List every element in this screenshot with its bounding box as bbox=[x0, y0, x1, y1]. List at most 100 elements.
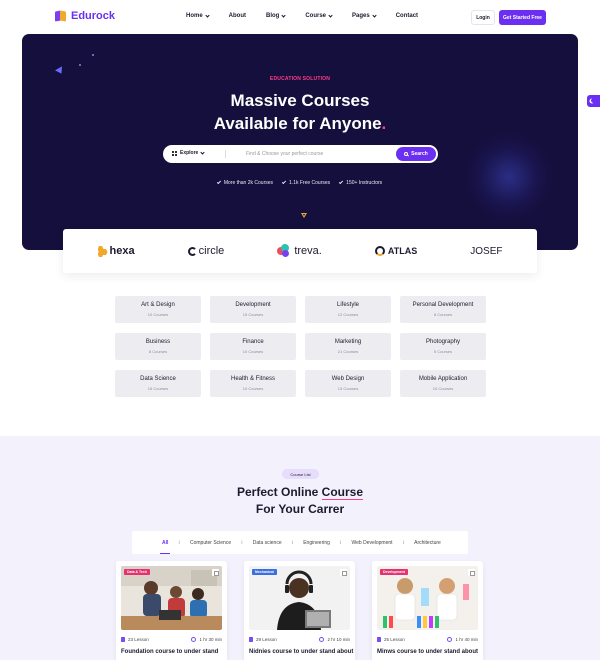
brand-hexa: hexa bbox=[97, 245, 135, 257]
category-card[interactable]: Mobile Application 10 Courses bbox=[400, 370, 486, 397]
category-count: 10 Courses bbox=[432, 386, 454, 391]
nav-about[interactable]: About bbox=[229, 13, 246, 19]
book-icon bbox=[121, 637, 125, 642]
triangle-decoration-icon bbox=[55, 66, 65, 76]
nav-blog[interactable]: Blog bbox=[266, 12, 286, 19]
category-card[interactable]: Lifestyle 12 Courses bbox=[305, 296, 391, 323]
course-duration-text: 1 hr 30 min bbox=[199, 637, 222, 642]
category-count: 13 Courses bbox=[337, 386, 359, 391]
treva-logo-icon bbox=[277, 244, 291, 258]
nav-contact[interactable]: Contact bbox=[396, 13, 418, 19]
search-input[interactable]: Find & Choose your perfect course bbox=[246, 151, 323, 157]
hero-title-line1: Massive Courses bbox=[230, 91, 370, 110]
course-category-badge: Development bbox=[380, 569, 408, 575]
check-icon bbox=[339, 179, 344, 185]
hero-features: More than 2k Courses 1.1k Free Courses 1… bbox=[22, 179, 578, 186]
category-card[interactable]: Web Design 13 Courses bbox=[305, 370, 391, 397]
category-count: 8 Courses bbox=[433, 312, 453, 317]
tab-engineering[interactable]: Engineering bbox=[303, 540, 330, 546]
lesson-count-text: 25 Lesson bbox=[384, 637, 405, 642]
nav-course[interactable]: Course bbox=[305, 12, 333, 19]
check-icon bbox=[281, 179, 287, 185]
grid-icon bbox=[172, 150, 177, 156]
nav-pages[interactable]: Pages bbox=[352, 12, 377, 19]
course-title[interactable]: Nidnies course to under stand about bbox=[249, 649, 353, 655]
course-list-section: Course List Perfect Online Course For Yo… bbox=[0, 436, 600, 660]
brand-atlas-label: ATLAS bbox=[387, 246, 418, 256]
chevron-down-icon bbox=[372, 12, 377, 18]
lesson-count-text: 23 Lesson bbox=[128, 637, 149, 642]
search-button[interactable]: Search bbox=[396, 147, 436, 161]
search-icon bbox=[404, 152, 409, 156]
chevron-down-icon bbox=[200, 149, 205, 155]
course-duration: 1 hr 40 min bbox=[447, 637, 478, 642]
category-name: Health & Fitness bbox=[230, 376, 276, 382]
tab-data-science[interactable]: Data science bbox=[253, 540, 282, 546]
bookmark-icon[interactable] bbox=[340, 569, 347, 576]
section-pill: Course List bbox=[282, 469, 319, 479]
category-name: Data Science bbox=[140, 376, 176, 382]
brand-circle: circle bbox=[187, 245, 224, 257]
explore-label: Explore bbox=[180, 150, 199, 156]
category-card[interactable]: Development 15 Courses bbox=[210, 296, 296, 323]
tab-divider: ⁝ bbox=[402, 539, 405, 546]
main-nav: Home About Blog Course Pages Contact bbox=[186, 12, 438, 19]
category-card[interactable]: Marketing 21 Courses bbox=[305, 333, 391, 360]
course-thumbnail: Mechanical bbox=[249, 566, 350, 630]
course-thumbnail: Data & Tech bbox=[121, 566, 222, 630]
category-card[interactable]: Photography 5 Courses bbox=[400, 333, 486, 360]
brand-treva-label: treva. bbox=[294, 245, 322, 257]
course-category-badge: Mechanical bbox=[252, 569, 277, 575]
category-card[interactable]: Personal Development 8 Courses bbox=[400, 296, 486, 323]
tab-divider: ⁝ bbox=[178, 539, 180, 546]
nav-home[interactable]: Home bbox=[186, 12, 210, 19]
brand-logo[interactable]: Edurock bbox=[55, 10, 115, 22]
book-icon bbox=[249, 637, 253, 642]
dark-mode-toggle[interactable] bbox=[587, 95, 600, 107]
category-count: 12 Courses bbox=[337, 312, 359, 317]
tab-divider: ⁝ bbox=[291, 539, 294, 546]
explore-dropdown[interactable]: Explore bbox=[172, 149, 205, 156]
category-count: 21 Courses bbox=[337, 349, 359, 354]
category-name: Photography bbox=[425, 339, 461, 345]
check-icon bbox=[216, 179, 221, 185]
course-card[interactable]: Mechanical 29 Lesson 2 hr 10 min Nidnies… bbox=[244, 561, 355, 660]
book-icon bbox=[377, 637, 381, 642]
category-count: 5 Courses bbox=[433, 349, 453, 354]
course-card[interactable]: Data & Tech 23 Lesson 1 hr 30 min Founda… bbox=[116, 561, 227, 660]
course-meta: 29 Lesson 2 hr 10 min bbox=[249, 637, 350, 642]
login-button[interactable]: Login bbox=[471, 10, 495, 25]
category-card[interactable]: Data Science 16 Courses bbox=[115, 370, 201, 397]
chevron-down-icon bbox=[328, 12, 333, 18]
triangle-down-icon bbox=[301, 213, 307, 218]
bookmark-icon[interactable] bbox=[212, 569, 219, 576]
course-category-badge: Data & Tech bbox=[124, 569, 150, 575]
course-search-bar: Explore Find & Choose your perfect cours… bbox=[163, 145, 438, 163]
category-name: Marketing bbox=[334, 339, 362, 345]
clock-icon bbox=[319, 637, 325, 642]
bookmark-icon[interactable] bbox=[468, 569, 475, 576]
tab-web-development[interactable]: Web Development bbox=[352, 540, 393, 546]
category-name: Business bbox=[145, 339, 171, 345]
tab-all[interactable]: All bbox=[159, 540, 171, 554]
course-card[interactable]: Development 25 Lesson 1 hr 40 min Minws … bbox=[372, 561, 483, 660]
category-card[interactable]: Finance 10 Courses bbox=[210, 333, 296, 360]
course-title[interactable]: Foundation course to under stand bbox=[121, 649, 225, 655]
clock-icon bbox=[191, 637, 197, 642]
tab-computer-science[interactable]: Computer Science bbox=[190, 540, 231, 546]
course-title[interactable]: Minws course to under stand about bbox=[377, 649, 481, 655]
category-name: Lifestyle bbox=[336, 302, 359, 308]
section-title-underlined: Course bbox=[321, 485, 364, 500]
category-card[interactable]: Business 8 Courses bbox=[115, 333, 201, 360]
category-card[interactable]: Health & Fitness 10 Courses bbox=[210, 370, 296, 397]
chevron-down-icon bbox=[205, 12, 210, 18]
tab-architecture[interactable]: Architecture bbox=[414, 540, 441, 546]
course-filter-tabs: All ⁝ Computer Science ⁝ Data science ⁝ Eng… bbox=[132, 531, 468, 554]
category-name: Web Design bbox=[331, 376, 365, 382]
search-button-label: Search bbox=[411, 151, 428, 157]
category-card[interactable]: Art & Design 10 Courses bbox=[115, 296, 201, 323]
get-started-button[interactable]: Get Started Free bbox=[499, 10, 546, 25]
category-name: Personal Development bbox=[412, 302, 474, 308]
hero-title-line2: Available for Anyone bbox=[213, 114, 382, 133]
nav-about-label: About bbox=[228, 13, 246, 19]
